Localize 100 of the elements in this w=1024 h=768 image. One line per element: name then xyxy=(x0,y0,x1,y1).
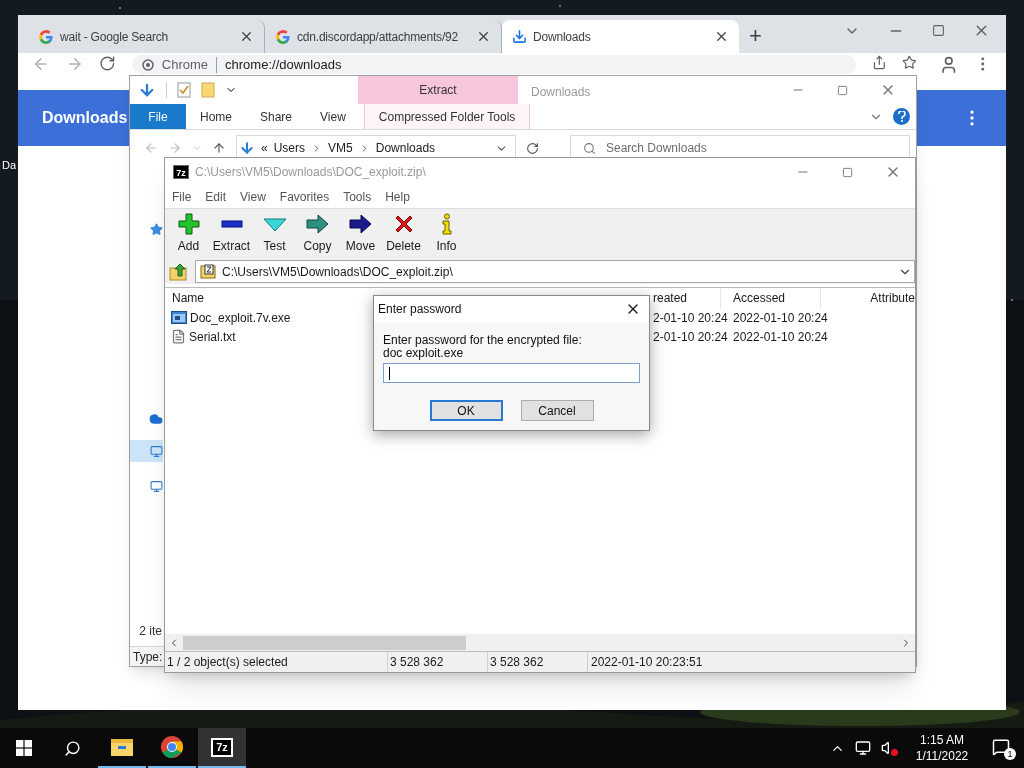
ribbon-tab[interactable]: View xyxy=(306,104,360,129)
column-header[interactable]: reated xyxy=(653,288,721,308)
search-icon xyxy=(583,141,596,155)
menu-item[interactable]: Edit xyxy=(205,188,227,206)
close-icon[interactable] xyxy=(714,29,729,44)
plus-icon xyxy=(177,213,200,235)
maximize-icon[interactable] xyxy=(932,24,945,37)
computer-icon xyxy=(150,444,163,458)
page-title: Downloads xyxy=(42,108,128,128)
prompt-text: Enter password for the encrypted file: xyxy=(383,334,583,347)
status-text: 2022-01-10 20:23:51 xyxy=(587,652,703,672)
menu-item[interactable]: Tools xyxy=(343,188,372,206)
browser-tab[interactable]: Downloads xyxy=(502,20,739,53)
share-icon[interactable] xyxy=(871,55,887,70)
clock-time[interactable]: 1:15 AM xyxy=(920,732,964,748)
tab-title: wait - Google Search xyxy=(60,28,169,46)
dialog-button[interactable]: Cancel xyxy=(520,400,594,421)
column-header[interactable]: Accessed xyxy=(721,288,821,308)
application-icon xyxy=(171,311,187,324)
new-tab-button[interactable]: + xyxy=(749,25,762,47)
details-label: Type: xyxy=(133,648,163,666)
window-title: Downloads xyxy=(530,84,591,101)
text-file-icon xyxy=(171,329,186,344)
start-icon[interactable] xyxy=(16,740,32,756)
site-label: Chrome xyxy=(161,55,209,74)
created-date: 2-01-10 20:24 xyxy=(653,309,729,327)
google-icon xyxy=(275,28,291,45)
item-count: 2 ite xyxy=(139,623,163,640)
address-bar[interactable]: Chrome chrome://downloads xyxy=(131,55,856,74)
search-placeholder: Search Downloads xyxy=(606,140,707,157)
toolbar-button[interactable]: Delete xyxy=(382,209,425,259)
toolbar-button[interactable]: Test xyxy=(253,209,296,259)
toolbar-button[interactable]: Add xyxy=(167,209,210,259)
clock-date[interactable]: 1/11/2022 xyxy=(915,748,969,764)
bookmark-star-icon[interactable] xyxy=(902,55,917,70)
overflow-marker[interactable]: « xyxy=(261,139,268,157)
cloud-icon[interactable] xyxy=(149,412,163,426)
url-text: chrome://downloads xyxy=(225,55,342,74)
refresh-icon[interactable] xyxy=(526,141,539,155)
muted-speaker-icon[interactable] xyxy=(881,740,898,756)
menu-item[interactable]: Favorites xyxy=(279,188,330,206)
toolbar-button[interactable]: Extract xyxy=(210,209,253,259)
taskbar-app-button[interactable]: 7z xyxy=(198,728,246,768)
maximize-icon[interactable] xyxy=(842,166,853,178)
tab-title: cdn.discordapp/attachments/92 xyxy=(297,28,458,46)
maximize-icon[interactable] xyxy=(837,84,848,96)
checklist-icon[interactable] xyxy=(177,82,191,98)
arrow-icon xyxy=(348,213,373,235)
status-text: 1 / 2 object(s) selected xyxy=(166,654,289,671)
up-icon[interactable] xyxy=(212,141,226,155)
breadcrumb-item[interactable]: Downloads xyxy=(375,139,436,157)
horizontal-scrollbar[interactable] xyxy=(165,634,915,651)
site-info-icon[interactable] xyxy=(141,58,154,71)
menu-item[interactable]: Help xyxy=(385,188,410,206)
ribbon-tab[interactable]: Share xyxy=(246,104,307,129)
search-icon[interactable] xyxy=(63,739,81,757)
accessed-date: 2022-01-10 20:24 xyxy=(733,328,828,346)
dialog-title: Enter password xyxy=(378,301,463,318)
close-icon[interactable] xyxy=(239,29,254,44)
reload-icon[interactable] xyxy=(99,55,116,72)
created-date: 2-01-10 20:24 xyxy=(653,328,729,346)
menu-item[interactable]: View xyxy=(240,188,266,206)
dialog-button[interactable]: OK xyxy=(429,400,503,421)
toolbar-button[interactable]: Info xyxy=(425,209,468,259)
path-text: C:\Users\VM5\Downloads\DOC_exploit.zip\ xyxy=(222,263,454,281)
download-icon xyxy=(512,29,527,44)
column-header[interactable]: Attribute xyxy=(821,288,915,308)
folder-icon xyxy=(110,737,134,757)
network-icon[interactable] xyxy=(855,740,871,756)
desktop-icon-label[interactable]: Da xyxy=(2,157,17,174)
file-name: doc exploit.exe xyxy=(383,347,464,360)
ribbon-tab[interactable]: Home xyxy=(186,104,246,129)
path-field[interactable]: C:\Users\VM5\Downloads\DOC_exploit.zip\ xyxy=(195,260,915,283)
info-icon xyxy=(439,213,454,235)
help-icon[interactable] xyxy=(893,108,910,125)
menu-item[interactable]: File xyxy=(172,188,192,206)
breadcrumb-item[interactable]: Users xyxy=(273,139,306,157)
app-logo-icon: 7z xyxy=(211,737,233,757)
password-field[interactable] xyxy=(383,363,640,383)
tab-title: Downloads xyxy=(533,28,591,46)
nav-item-highlight[interactable] xyxy=(130,440,163,462)
arrow-icon xyxy=(305,213,330,235)
ribbon-tab[interactable]: Compressed Folder Tools xyxy=(363,104,531,129)
status-text: 3 528 362 xyxy=(387,652,487,672)
close-icon[interactable] xyxy=(476,29,491,44)
star-icon[interactable] xyxy=(150,223,163,236)
archive-icon xyxy=(200,264,216,279)
file-name[interactable]: Serial.txt xyxy=(189,327,236,346)
up-folder-icon[interactable] xyxy=(169,262,189,281)
toolbar-button[interactable]: Move xyxy=(339,209,382,259)
ribbon-tab[interactable]: File xyxy=(130,104,186,129)
google-icon xyxy=(38,28,54,45)
status-text: 3 528 362 xyxy=(487,652,587,672)
toolbar-button[interactable]: Copy xyxy=(296,209,339,259)
chrome-logo-icon xyxy=(160,735,184,759)
breadcrumb-item[interactable]: VM5 xyxy=(328,139,353,157)
file-name[interactable]: Doc_exploit.7v.exe xyxy=(190,308,291,327)
accessed-date: 2022-01-10 20:24 xyxy=(733,309,828,327)
window-title: C:\Users\VM5\Downloads\DOC_exploit.zip\ xyxy=(195,164,426,181)
scrollbar-thumb[interactable] xyxy=(183,635,466,650)
